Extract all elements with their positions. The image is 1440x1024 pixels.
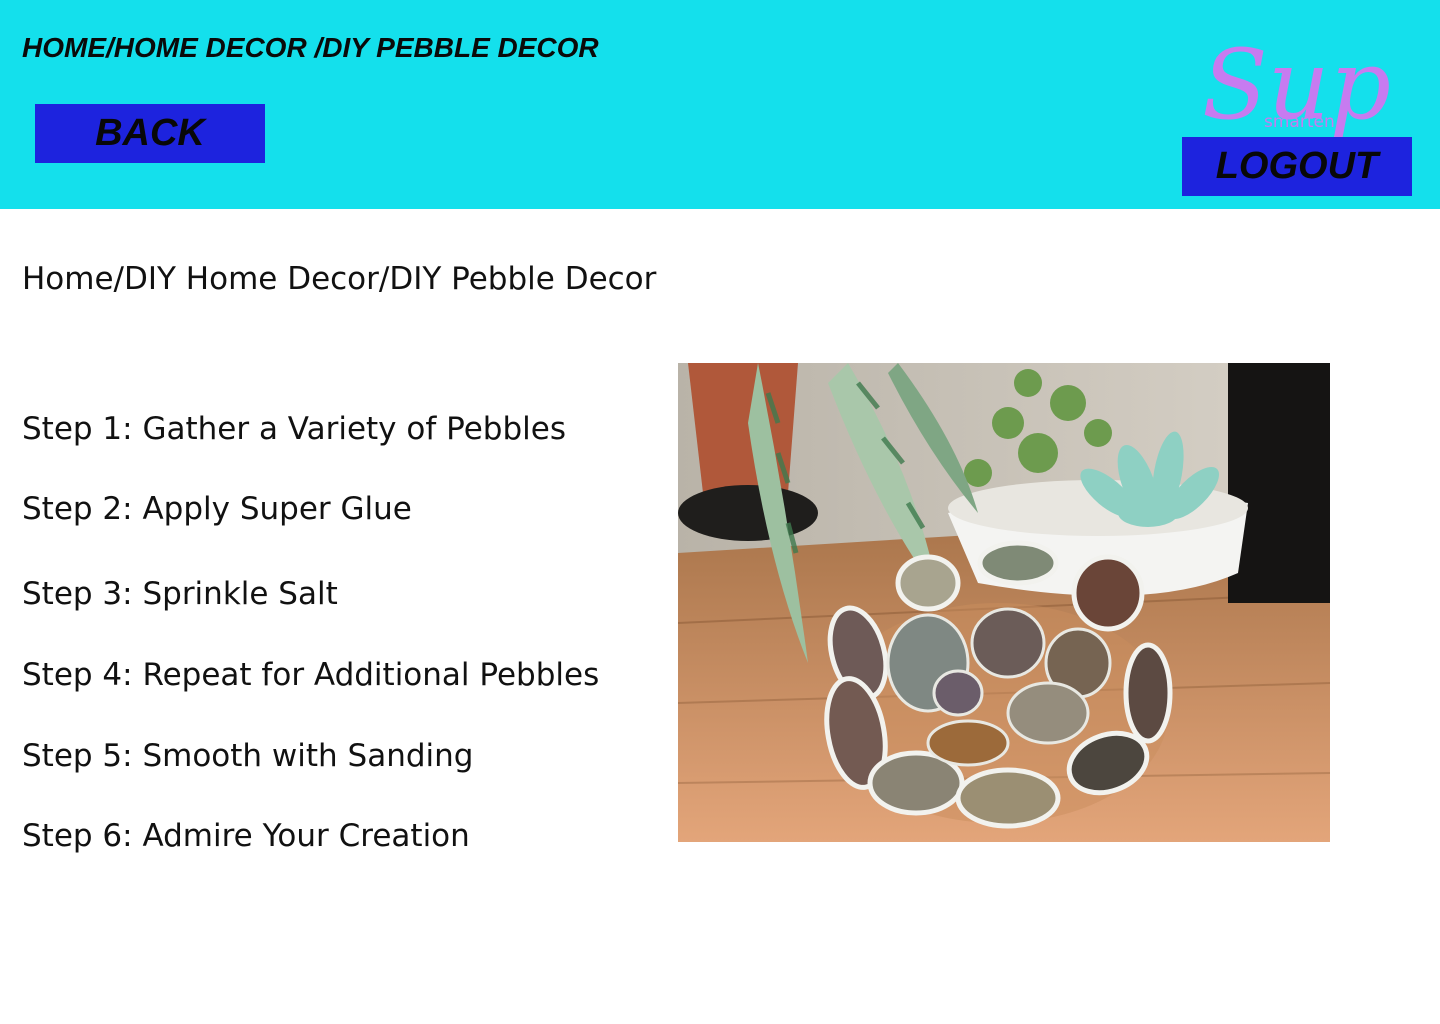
step-6: Step 6: Admire Your Creation xyxy=(22,818,470,854)
logo-tagline: smarten xyxy=(1264,112,1335,132)
pebble-bowl-illustration xyxy=(678,363,1330,842)
page-breadcrumb[interactable]: Home/DIY Home Decor/DIY Pebble Decor xyxy=(22,261,656,297)
step-2: Step 2: Apply Super Glue xyxy=(22,491,412,527)
step-4: Step 4: Repeat for Additional Pebbles xyxy=(22,657,600,693)
step-1: Step 1: Gather a Variety of Pebbles xyxy=(22,411,566,447)
header-breadcrumb[interactable]: HOME/HOME DECOR /DIY PEBBLE DECOR xyxy=(22,32,599,64)
pebble-decor-photo xyxy=(678,363,1330,842)
back-button[interactable]: BACK xyxy=(35,104,265,163)
step-5: Step 5: Smooth with Sanding xyxy=(22,738,474,774)
step-3: Step 3: Sprinkle Salt xyxy=(22,576,338,612)
header-bar: HOME/HOME DECOR /DIY PEBBLE DECOR BACK S… xyxy=(0,0,1440,209)
logout-button[interactable]: LOGOUT xyxy=(1182,137,1412,196)
brand-logo: Sup smarten xyxy=(1202,30,1391,141)
